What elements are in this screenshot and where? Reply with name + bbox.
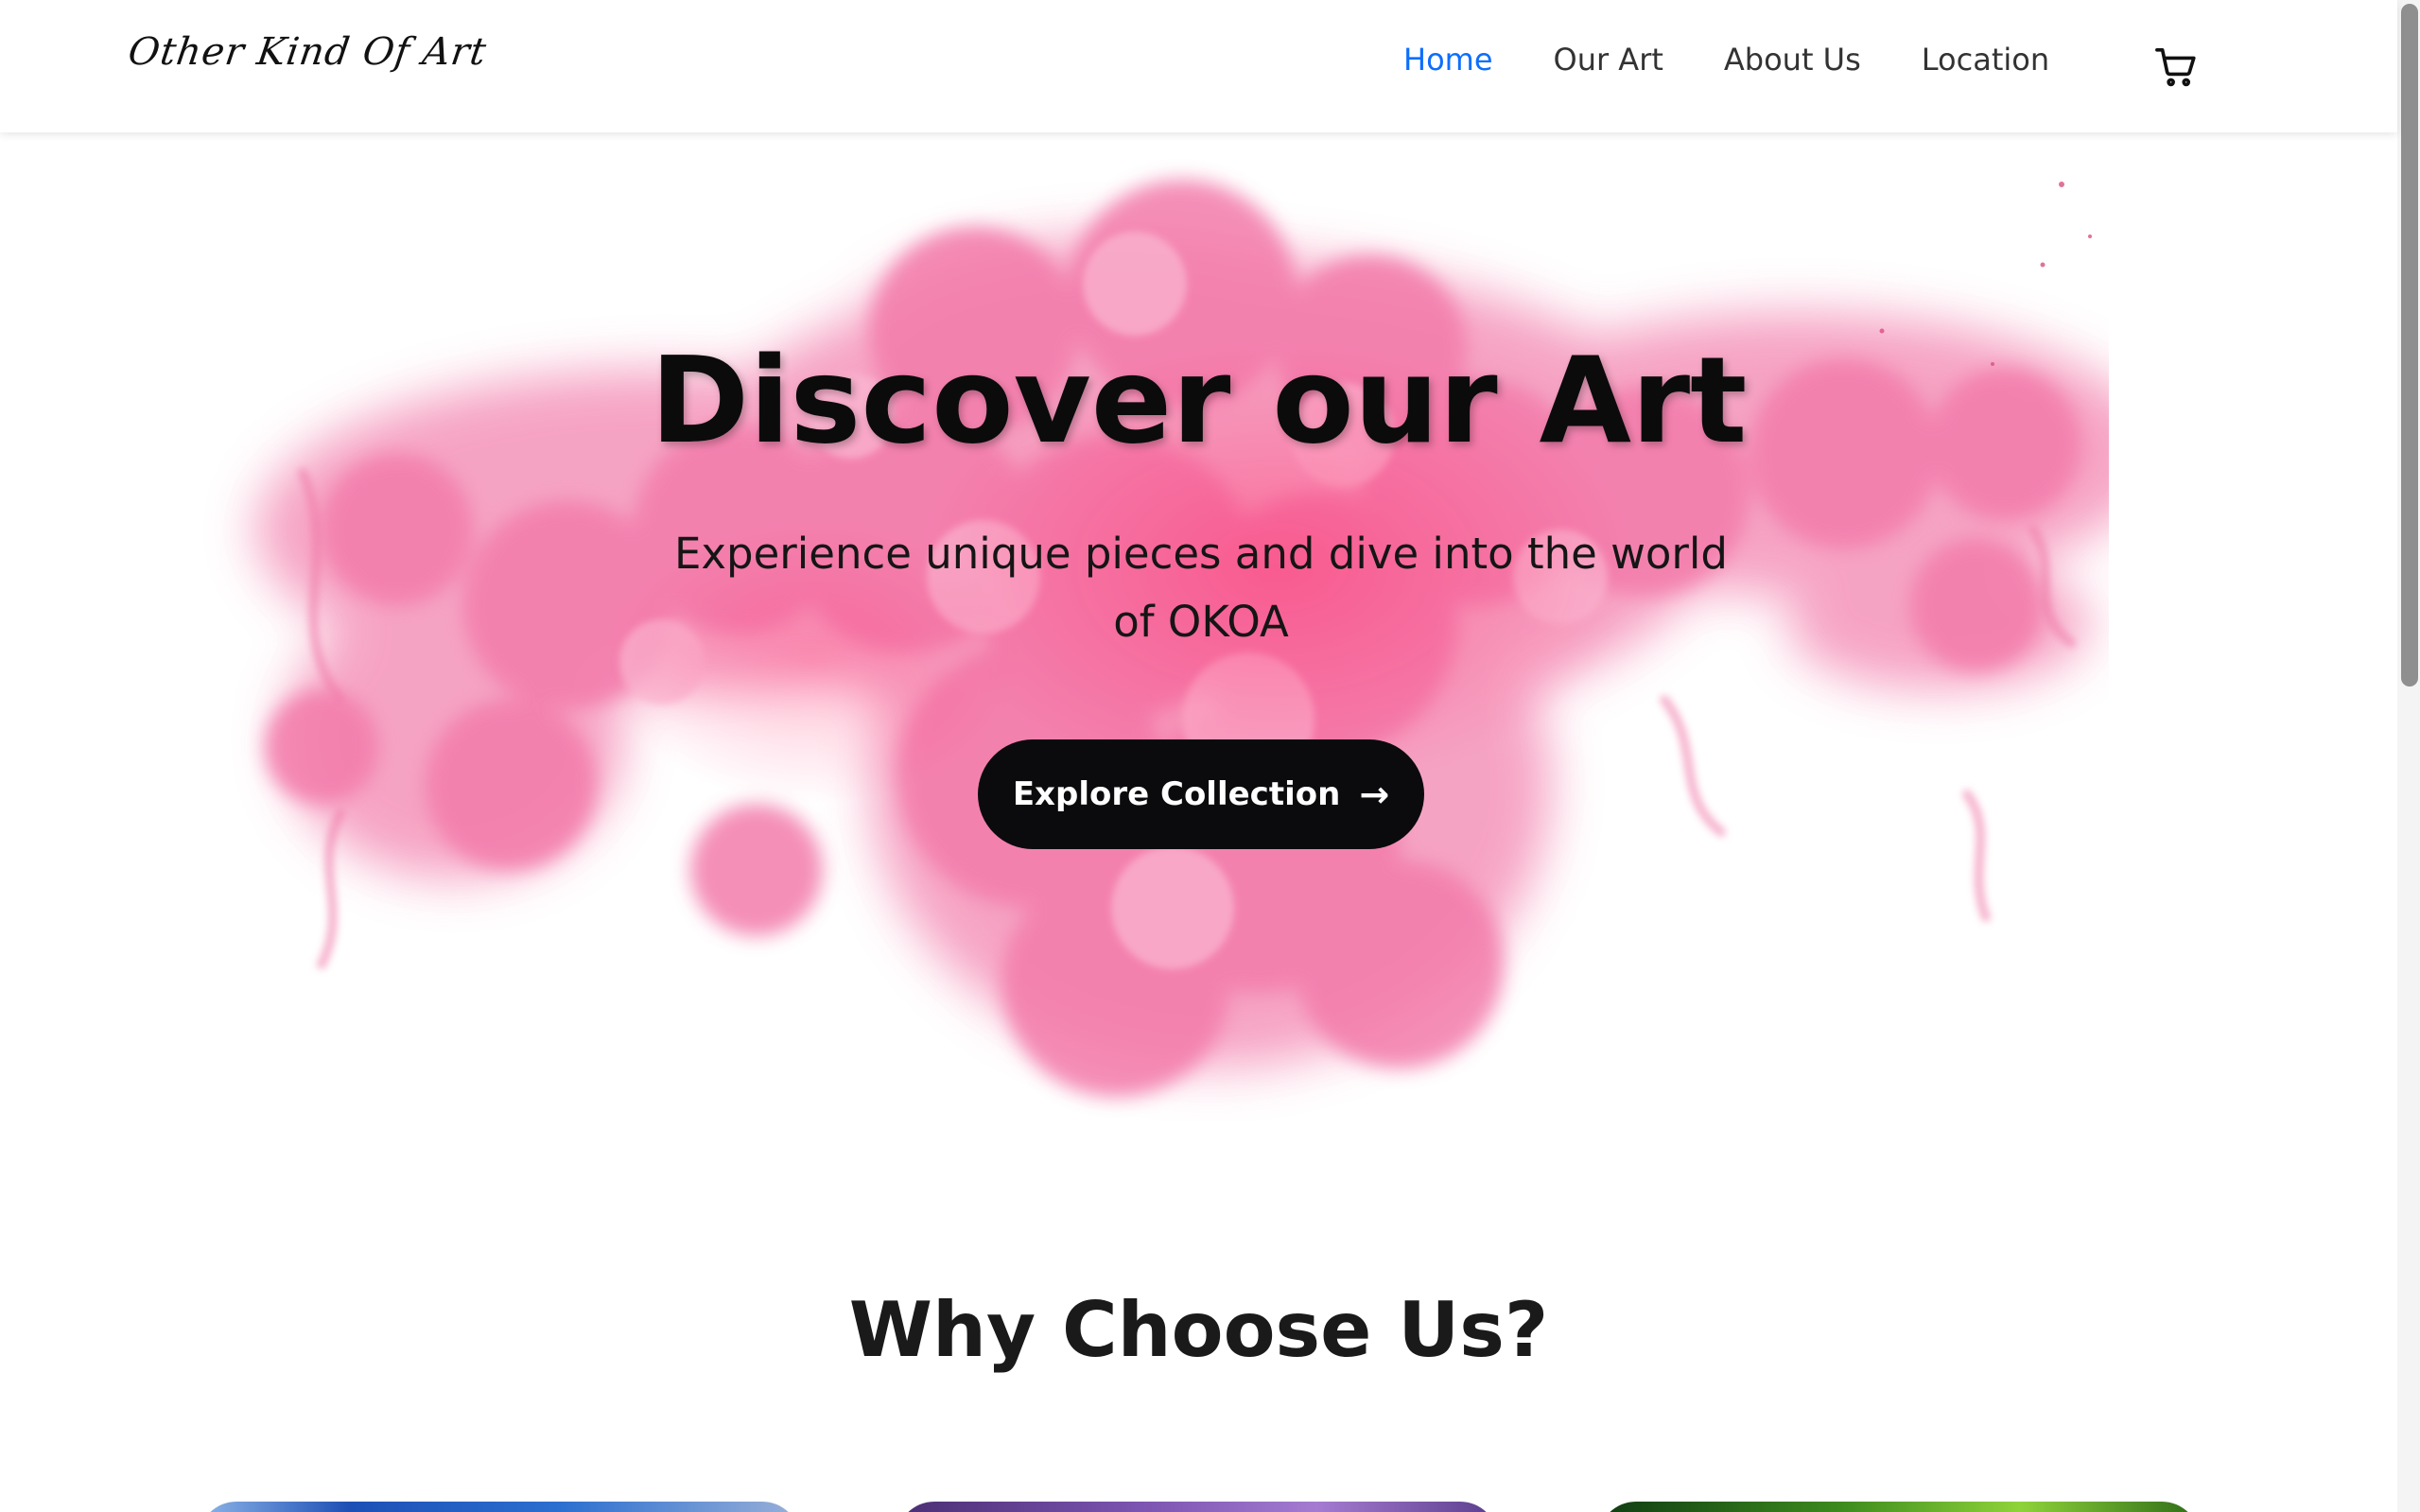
explore-collection-button[interactable]: Explore Collection → <box>978 739 1424 849</box>
nav-link-location[interactable]: Location <box>1922 42 2049 78</box>
hero-subtitle: Experience unique pieces and dive into t… <box>673 529 1728 647</box>
arrow-right-icon: → <box>1359 773 1390 815</box>
page: Other Kind Of Art Home Our Art About Us … <box>0 0 2420 1512</box>
page-scrollbar[interactable] <box>2397 0 2420 1512</box>
site-logo[interactable]: Other Kind Of Art <box>126 30 490 74</box>
hero-section: Discover our Art Experience unique piece… <box>0 132 2397 1121</box>
navbar: Other Kind Of Art Home Our Art About Us … <box>0 0 2397 132</box>
nav-link-about-us[interactable]: About Us <box>1724 42 1861 78</box>
feature-card-purple[interactable] <box>897 1502 1498 1512</box>
feature-card-green[interactable] <box>1598 1502 2200 1512</box>
explore-collection-label: Explore Collection <box>1012 775 1341 813</box>
feature-card-blue[interactable] <box>199 1502 800 1512</box>
hero-title: Discover our Art <box>650 331 1748 470</box>
nav-links: Home Our Art About Us Location <box>1403 42 2110 78</box>
nav-link-our-art[interactable]: Our Art <box>1554 42 1663 78</box>
cart-icon[interactable] <box>2154 45 2198 89</box>
nav-link-home[interactable]: Home <box>1403 42 1493 78</box>
why-choose-us-title: Why Choose Us? <box>848 1286 1549 1374</box>
scrollbar-thumb[interactable] <box>2401 4 2418 686</box>
